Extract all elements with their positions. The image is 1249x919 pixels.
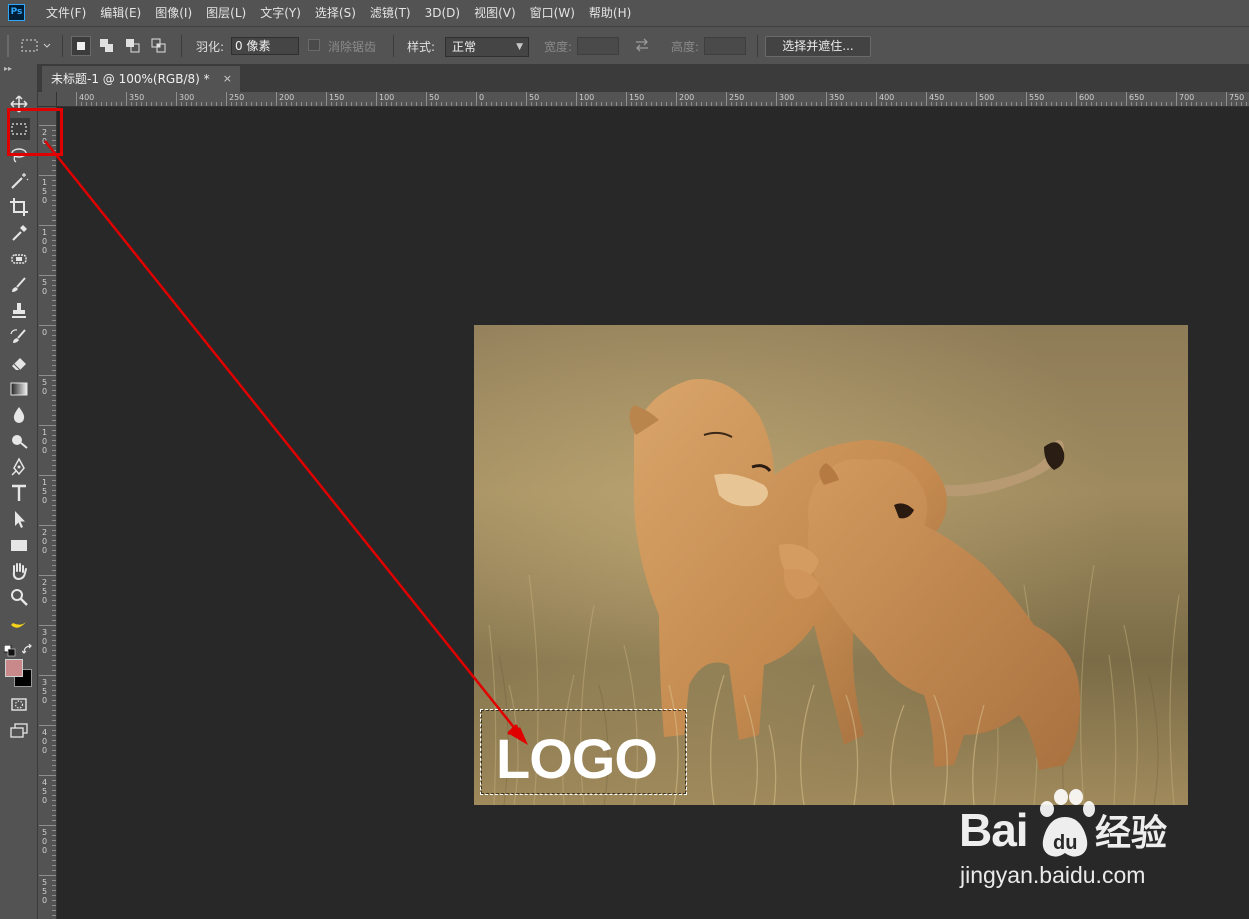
- baidu-jingyan-watermark: Bai du 经验 jingyan.baidu.com: [955, 785, 1195, 895]
- svg-text:du: du: [1053, 832, 1077, 854]
- annotation-arrow: [44, 140, 528, 745]
- du-paw-icon: du: [1042, 817, 1088, 857]
- watermark-brand-cn: 经验: [1095, 813, 1168, 854]
- watermark-brand: Bai: [959, 804, 1029, 856]
- watermark-url: jingyan.baidu.com: [960, 862, 1146, 888]
